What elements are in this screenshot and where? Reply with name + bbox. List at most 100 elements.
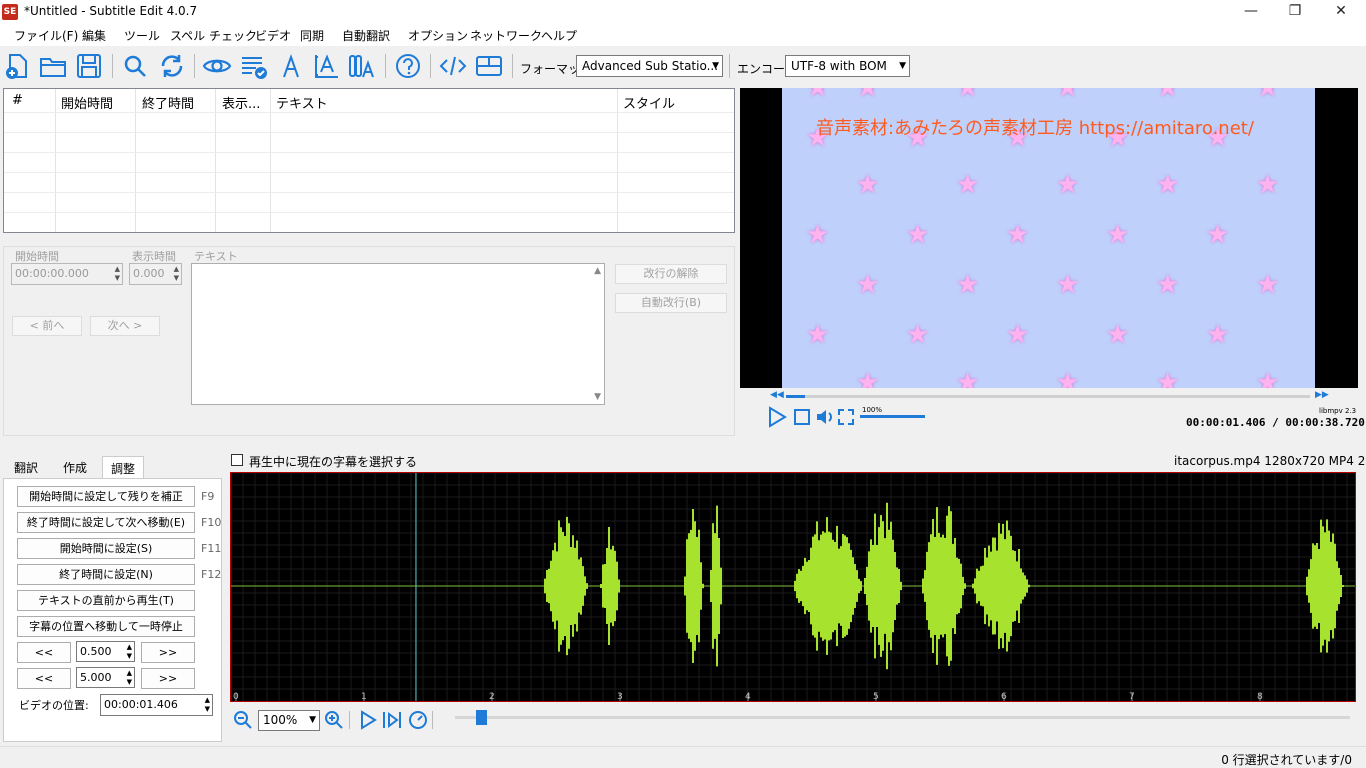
visual-sync-icon[interactable] [202,51,232,81]
menu-network[interactable]: ネットワーク [470,27,542,44]
menu-video[interactable]: ビデオ [255,27,291,44]
tab-adjust[interactable]: 調整 [102,456,145,478]
autobreak-button[interactable]: 自動改行(B) [615,293,727,313]
forward-large-button[interactable]: >> [141,668,195,689]
play-selection-icon[interactable] [381,709,403,731]
format-select[interactable]: Advanced Sub Statio... ▼ [576,55,723,77]
menu-bar: ファイル(F) 編集 ツール スペル チェック ビデオ 同期 自動翻訳 オプショ… [0,24,1366,46]
source-view-icon[interactable] [438,51,468,81]
new-file-icon[interactable] [2,51,32,81]
column-header-end[interactable]: 終了時間 [142,93,194,112]
waveform[interactable]: 0 1 2 3 4 5 6 7 8 [230,472,1356,702]
scroll-up-icon[interactable]: ▲ [594,266,601,276]
back-large-button[interactable]: << [17,668,71,689]
toolbar-separator [194,54,195,78]
unbreak-button[interactable]: 改行の解除 [615,264,727,284]
set-start-offset-rest-button[interactable]: 開始時間に設定して残りを補正 [17,486,195,507]
fullscreen-icon[interactable] [837,408,855,426]
duration-input[interactable]: 0.000 ▲ ▼ [129,263,182,285]
adjust-text-icon[interactable] [312,51,342,81]
spell-check-icon[interactable] [239,51,269,81]
spinner-arrows-icon[interactable]: ▲ ▼ [127,669,132,687]
next-button[interactable]: 次へ > [90,316,160,336]
time-tick-label: 7 [1129,692,1135,701]
zoom-in-icon[interactable] [323,709,345,731]
save-icon[interactable] [74,51,104,81]
menu-sync[interactable]: 同期 [300,27,324,44]
start-time-input[interactable]: 00:00:00.000 ▲ ▼ [11,263,123,285]
toolbar-separator [512,54,513,78]
set-start-button[interactable]: 開始時間に設定(S) [17,538,195,559]
column-header-duration[interactable]: 表示... [222,93,260,112]
volume-slider[interactable] [860,415,925,418]
column-header-number[interactable]: # [12,93,23,108]
large-step-input[interactable]: 5.000 ▲ ▼ [76,667,135,688]
toolbar-separator [430,54,431,78]
video-position-value: 00:00:01.406 [104,698,178,711]
menu-autotranslate[interactable]: 自動翻訳 [342,27,390,44]
subtitle-grid[interactable]: # 開始時間 終了時間 表示... テキスト スタイル [3,88,735,233]
video-seekbar[interactable] [786,395,1310,398]
scroll-down-icon[interactable]: ▼ [594,392,601,402]
speed-gauge-icon[interactable] [407,709,429,731]
select-current-checkbox[interactable] [231,454,243,466]
column-header-start[interactable]: 開始時間 [61,93,113,112]
play-icon[interactable] [357,709,379,731]
font-icon[interactable] [276,51,306,81]
star-decoration: ★ [856,368,880,388]
encoding-select-value: UTF-8 with BOM [791,59,887,73]
play-icon[interactable] [765,405,789,429]
app-icon: SE [2,4,18,20]
waveform-position-slider[interactable] [455,716,1350,719]
goto-subtitle-pause-button[interactable]: 字幕の位置へ移動して一時停止 [17,616,195,637]
subtitle-text-box[interactable]: ▲ ▼ [191,263,605,405]
star-decoration: ★ [1256,270,1280,300]
menu-options[interactable]: オプション [408,27,468,44]
spinner-arrows-icon[interactable]: ▲ ▼ [115,265,120,283]
prev-button[interactable]: < 前へ [12,316,82,336]
star-decoration: ★ [1106,220,1130,250]
time-separator: / [1265,416,1286,429]
font-size-icon[interactable] [347,51,377,81]
rewind-icon[interactable]: ◀◀ [770,390,784,400]
slider-thumb[interactable] [476,710,487,725]
small-step-input[interactable]: 0.500 ▲ ▼ [76,641,135,662]
forward-small-button[interactable]: >> [141,642,195,663]
video-position-input[interactable]: 00:00:01.406 ▲ ▼ [100,694,213,716]
play-from-before-text-button[interactable]: テキストの直前から再生(T) [17,590,195,611]
menu-edit[interactable]: 編集 [82,27,106,44]
maximize-button[interactable]: ❐ [1272,0,1318,24]
star-decoration: ★ [856,270,880,300]
minimize-button[interactable]: — [1228,0,1274,24]
column-header-style[interactable]: スタイル [623,93,675,112]
find-icon[interactable] [120,51,150,81]
menu-help[interactable]: ヘルプ [541,27,577,44]
stop-icon[interactable] [793,408,811,426]
menu-spellcheck[interactable]: スペル チェック [170,27,257,44]
replace-icon[interactable] [157,51,187,81]
star-decoration: ★ [1056,270,1080,300]
chevron-down-icon: ▼ [309,715,316,725]
spinner-arrows-icon[interactable]: ▲ ▼ [127,643,132,661]
close-button[interactable]: ✕ [1318,0,1364,24]
volume-icon[interactable] [815,407,835,427]
menu-tools[interactable]: ツール [124,27,160,44]
column-header-text[interactable]: テキスト [276,93,328,112]
encoding-select[interactable]: UTF-8 with BOM ▼ [785,55,910,77]
menu-file[interactable]: ファイル(F) [14,27,78,44]
star-decoration: ★ [956,170,980,200]
tab-translate[interactable]: 翻訳 [6,456,46,478]
spinner-arrows-icon[interactable]: ▲ ▼ [174,265,179,283]
tab-create[interactable]: 作成 [55,456,95,478]
back-small-button[interactable]: << [17,642,71,663]
set-end-go-next-button[interactable]: 終了時間に設定して次へ移動(E) [17,512,195,533]
open-folder-icon[interactable] [38,51,68,81]
set-end-button[interactable]: 終了時間に設定(N) [17,564,195,585]
layout-icon[interactable] [474,51,504,81]
spinner-arrows-icon[interactable]: ▲ ▼ [205,696,210,714]
zoom-select[interactable]: 100% ▼ [258,710,320,731]
help-icon[interactable] [393,51,423,81]
video-player[interactable]: ★ ★ ★ ★ ★ ★ ★ ★ ★ ★ ★ ★ ★ ★ ★ ★ ★ ★ ★ ★ … [740,88,1358,388]
fast-forward-icon[interactable]: ▶▶ [1315,390,1329,400]
zoom-out-icon[interactable] [232,709,254,731]
